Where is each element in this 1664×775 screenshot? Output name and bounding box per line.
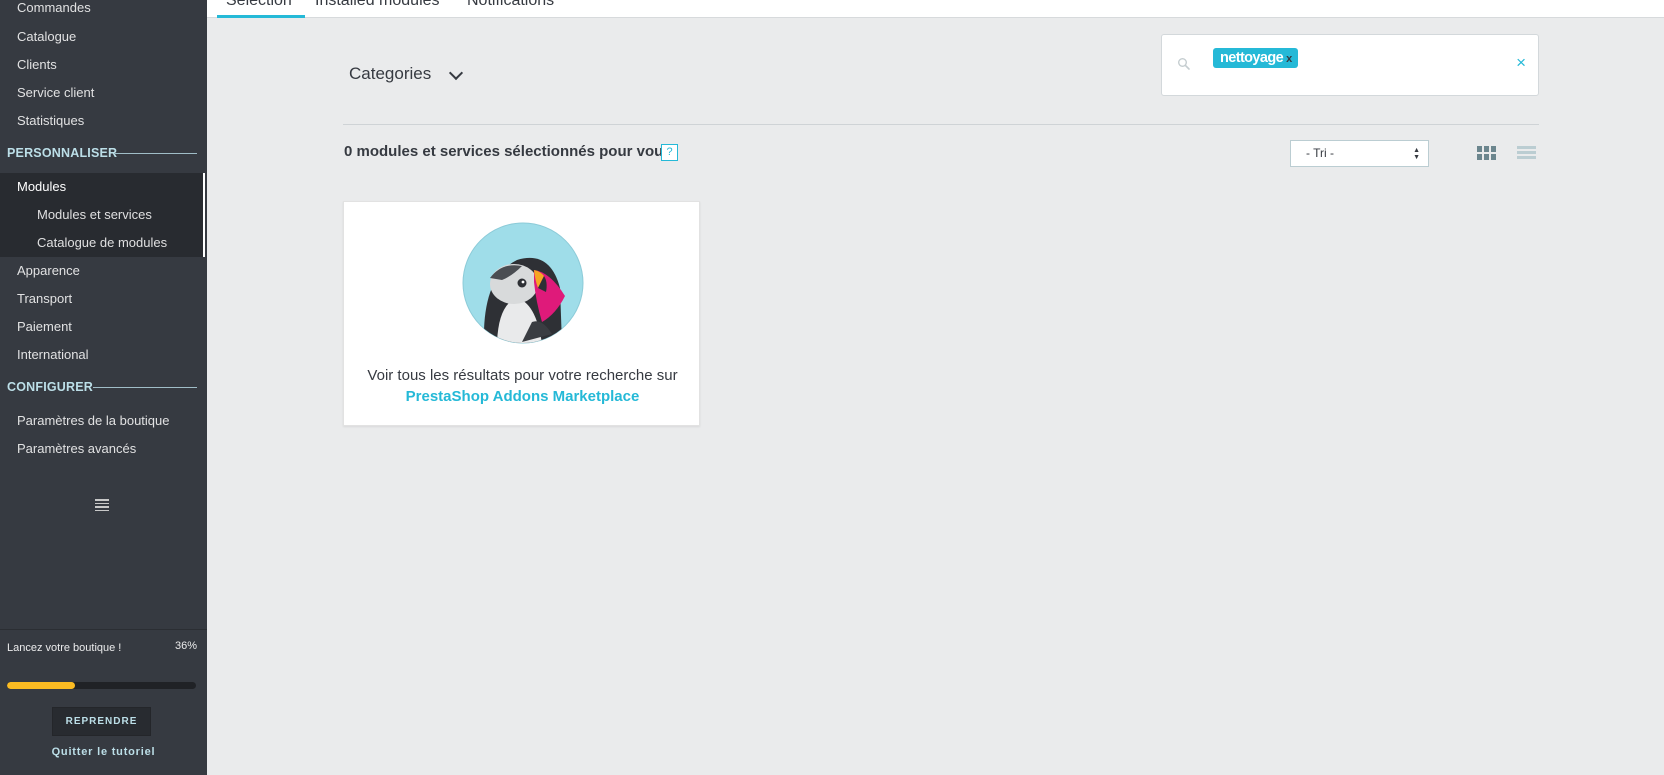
sidebar-item-service-client[interactable]: Service client <box>17 85 94 100</box>
resume-button[interactable]: REPRENDRE <box>52 707 151 736</box>
grid-view-icon[interactable] <box>1477 146 1496 161</box>
module-search-box[interactable]: nettoyage x × <box>1161 34 1539 96</box>
sidebar-item-parametres-boutique[interactable]: Paramètres de la boutique <box>17 413 169 428</box>
quit-tutorial-link[interactable]: Quitter le tutoriel <box>0 746 207 758</box>
section-divider <box>115 153 197 154</box>
prestashop-puffin-logo-icon <box>462 222 584 344</box>
categories-dropdown[interactable]: Categories <box>349 64 431 84</box>
sidebar-subitem-modules-services[interactable]: Modules et services <box>37 207 152 222</box>
sort-select[interactable]: - Tri - ▲ ▼ <box>1290 140 1429 167</box>
search-icon <box>1178 58 1190 70</box>
search-tag: nettoyage x <box>1213 48 1299 68</box>
sidebar: Commandes Catalogue Clients Service clie… <box>0 0 207 775</box>
sidebar-item-apparence[interactable]: Apparence <box>17 263 80 278</box>
chevron-down-icon[interactable] <box>448 65 464 81</box>
module-tabs: Sélection Installed modules Notification… <box>207 0 1664 18</box>
addons-marketplace-card: Voir tous les résultats pour votre reche… <box>343 201 700 426</box>
onboarding-progress-fill <box>7 682 76 689</box>
header-divider <box>343 124 1539 125</box>
sort-select-value: - Tri - <box>1306 146 1334 160</box>
onboarding-progress-bar <box>7 682 196 689</box>
collapse-menu-icon[interactable] <box>95 499 109 513</box>
addons-marketplace-link[interactable]: PrestaShop Addons Marketplace <box>406 388 640 405</box>
addons-card-message: Voir tous les résultats pour votre reche… <box>367 367 678 384</box>
active-tab-indicator <box>217 15 305 18</box>
onboarding-panel: Lancez votre boutique ! 36% REPRENDRE Qu… <box>0 629 207 775</box>
sidebar-item-statistiques[interactable]: Statistiques <box>17 113 84 128</box>
tab-installed-modules[interactable]: Installed modules <box>315 0 440 10</box>
remove-tag-icon[interactable]: x <box>1286 53 1292 65</box>
tab-selection[interactable]: Sélection <box>226 0 292 10</box>
sidebar-item-modules[interactable]: Modules <box>17 179 66 194</box>
results-count-title: 0 modules et services sélectionnés pour … <box>344 143 672 160</box>
section-divider <box>93 387 197 388</box>
sort-arrows-icon: ▲ ▼ <box>1413 147 1420 161</box>
sidebar-subitem-catalogue-modules[interactable]: Catalogue de modules <box>37 235 167 250</box>
onboarding-label: Lancez votre boutique ! <box>7 642 122 654</box>
addons-card-text: Voir tous les résultats pour votre reche… <box>344 365 701 407</box>
sidebar-item-international[interactable]: International <box>17 347 89 362</box>
onboarding-percent: 36% <box>174 640 197 652</box>
sidebar-item-transport[interactable]: Transport <box>17 291 72 306</box>
tab-notifications[interactable]: Notifications <box>467 0 554 10</box>
list-view-icon[interactable] <box>1517 146 1536 161</box>
section-header-configurer: CONFIGURER <box>7 380 94 394</box>
clear-search-icon[interactable]: × <box>1516 53 1526 73</box>
search-tag-label: nettoyage <box>1220 50 1284 66</box>
section-header-personnaliser: PERSONNALISER <box>7 146 118 160</box>
sidebar-item-commandes[interactable]: Commandes <box>17 0 91 15</box>
sidebar-item-catalogue[interactable]: Catalogue <box>17 29 76 44</box>
sidebar-item-paiement[interactable]: Paiement <box>17 319 72 334</box>
help-icon[interactable]: ? <box>661 144 678 161</box>
sidebar-item-clients[interactable]: Clients <box>17 57 57 72</box>
sidebar-item-parametres-avances[interactable]: Paramètres avancés <box>17 441 136 456</box>
